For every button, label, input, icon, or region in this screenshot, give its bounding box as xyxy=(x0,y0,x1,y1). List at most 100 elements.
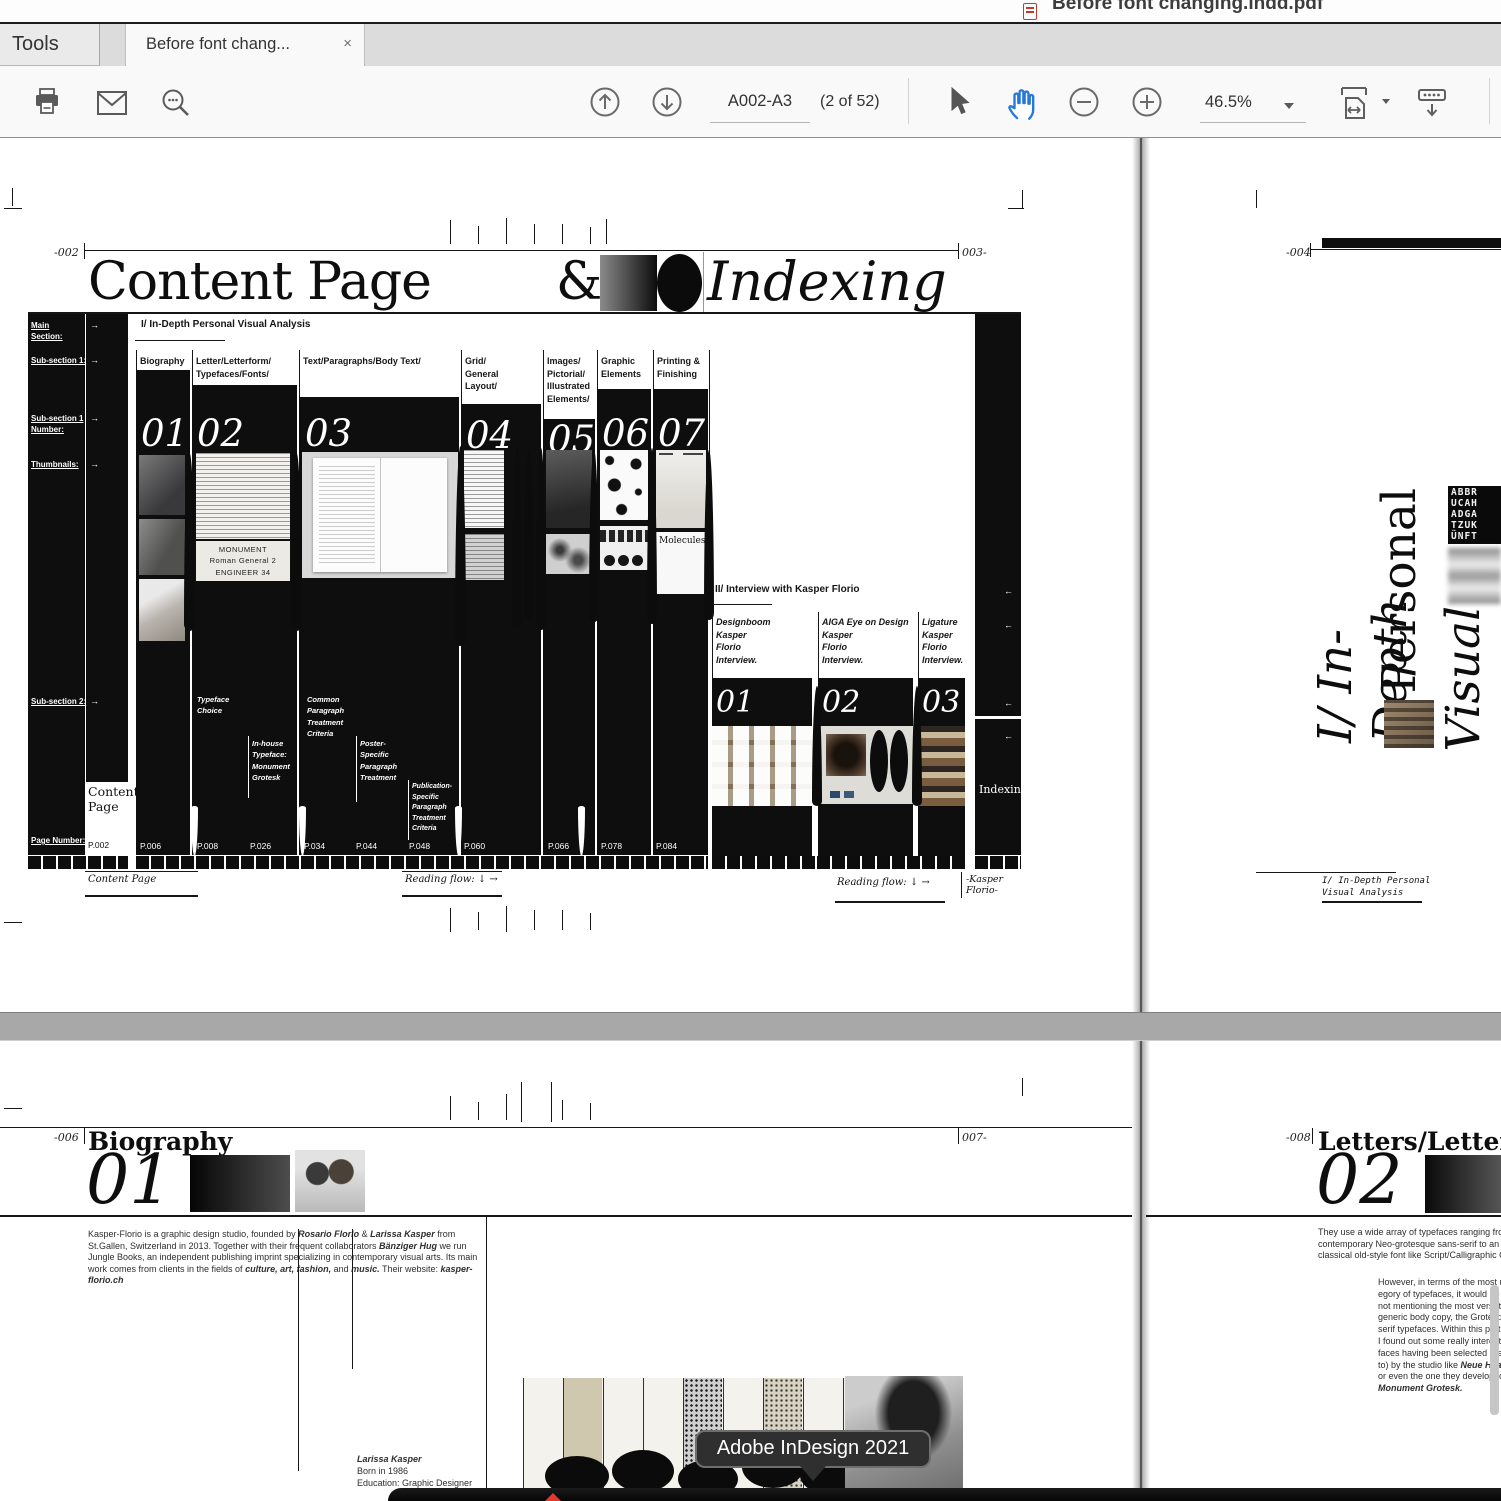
col-header-biography: Biography xyxy=(140,355,185,368)
interview-number-02: 02 xyxy=(822,688,860,718)
page-ref: P.060 xyxy=(464,841,485,851)
col-header-grid: Grid/ General Layout/ xyxy=(465,355,499,393)
row-label-subsection2: Sub-section 2: xyxy=(31,696,86,707)
zoom-dropdown-caret-icon[interactable] xyxy=(1284,103,1294,109)
footer-content-page: Content Page xyxy=(88,874,156,885)
page-ref: P.026 xyxy=(250,841,271,851)
dock-tooltip: Adobe InDesign 2021 xyxy=(695,1430,931,1468)
thumbnail-photo-crowd xyxy=(546,450,592,528)
select-tool-icon[interactable] xyxy=(946,86,974,118)
collapse-toolbar-icon[interactable] xyxy=(1414,85,1450,121)
tab-document[interactable]: Before font chang... × xyxy=(125,24,365,66)
interview-header-designboom: Designboom Kasper Florio Interview. xyxy=(716,616,771,666)
row-label-main-section: Main Section: xyxy=(31,320,63,342)
sidebar-label-column xyxy=(28,314,85,855)
type-specimen-block: ABBR UCAH ADGA TZUK ÜNFT xyxy=(1448,486,1501,544)
big-number-01: 01 xyxy=(86,1149,173,1214)
document-title: Before font changing.indd.pdf xyxy=(1052,0,1323,15)
index-arrow-icon: ← xyxy=(1004,620,1013,630)
thumbnail-photo-blur xyxy=(546,534,592,574)
sub2-poster-paragraph: Poster- Specific Paragraph Treatment xyxy=(360,738,397,783)
title-bar: Before font changing.indd.pdf xyxy=(0,0,1501,22)
vertical-scrollbar-thumb[interactable] xyxy=(1490,1285,1499,1415)
folio-006: -006 xyxy=(54,1131,79,1144)
pdf-page-biography: -006 Biography 01 007- Kasper-Florio is … xyxy=(0,1041,1132,1501)
tab-close-icon[interactable]: × xyxy=(343,35,352,52)
page-count-label: (2 of 52) xyxy=(820,93,880,111)
toolbar-separator-right xyxy=(1489,78,1490,124)
content-page-cell: Content Page xyxy=(88,784,139,814)
spread-gap xyxy=(0,1012,1501,1041)
document-canvas[interactable]: -002 Content Page & Indexing 003- Main S… xyxy=(0,138,1501,1501)
dock-tooltip-label: Adobe InDesign 2021 xyxy=(717,1437,909,1459)
spread-title-right: Indexing xyxy=(707,250,947,313)
col-header-text: Text/Paragraphs/Body Text/ xyxy=(303,355,421,368)
pdf-file-icon xyxy=(1023,3,1037,20)
page-up-icon[interactable] xyxy=(588,85,622,119)
thumbnail-molecules: Molecules xyxy=(656,532,706,594)
email-icon[interactable] xyxy=(95,89,129,117)
interview-number-03: 03 xyxy=(922,688,960,718)
sub2-typeface-choice: Typeface Choice xyxy=(197,694,229,717)
blurred-specimen xyxy=(1448,548,1501,604)
thumbnail-monument-card: MONUMENT Roman General 2 ENGINEER 34 xyxy=(196,541,290,581)
indexing-column xyxy=(975,314,1021,855)
zoom-in-icon[interactable] xyxy=(1130,85,1164,119)
folio-004: -004 xyxy=(1286,246,1311,259)
search-icon[interactable] xyxy=(159,86,193,120)
index-arrow-icon: ← xyxy=(1004,698,1013,708)
thumbnail-specimen xyxy=(196,453,290,539)
sub2-common-paragraph: Common Paragraph Treatment Criteria xyxy=(307,694,344,739)
fit-dropdown-caret-icon[interactable] xyxy=(1382,99,1390,104)
tab-tools[interactable]: Tools xyxy=(0,24,100,66)
thumbnail-books xyxy=(918,726,965,806)
print-icon[interactable] xyxy=(30,86,64,120)
zoom-level-value[interactable]: 46.5% xyxy=(1205,93,1252,112)
col-number-07: 07 xyxy=(658,415,705,452)
gradient-block xyxy=(190,1155,290,1212)
thumbnail-postcards xyxy=(712,726,812,806)
letterform-paragraph-1: They use a wide array of typefaces rangi… xyxy=(1318,1227,1501,1262)
pdf-page-content-indexing: -002 Content Page & Indexing 003- Main S… xyxy=(0,138,1132,1012)
page-down-icon[interactable] xyxy=(650,85,684,119)
thumbnail-doc xyxy=(464,450,504,528)
pdf-page-letterform: -008 Letters/Letterform 02 They use a wi… xyxy=(1146,1041,1501,1501)
row-label-thumbnails: Thumbnails: xyxy=(31,459,79,470)
page-number-P002: P.002 xyxy=(88,840,109,850)
pdf-page-004: -004 I/ In-Depth Personal ABBR UCAH ADGA… xyxy=(1146,138,1501,1012)
footer-credit: -Kasper Florio- xyxy=(966,874,1003,896)
page-ref: P.078 xyxy=(601,841,622,851)
row-arrow-icon: → xyxy=(90,696,99,706)
sub2-inhouse-typeface: In-house Typeface: Monument Grotesk xyxy=(252,738,290,783)
footer-section-name: I/ In-Depth Personal Visual Analysis xyxy=(1322,875,1430,899)
thumbnail-poster xyxy=(656,450,706,528)
col-number-06: 06 xyxy=(602,415,649,452)
zoom-out-icon[interactable] xyxy=(1067,85,1101,119)
page-number-input[interactable]: A002-A3 xyxy=(710,92,810,111)
biography-paragraph: Kasper-Florio is a graphic design studio… xyxy=(88,1229,488,1287)
fit-width-icon[interactable] xyxy=(1336,84,1376,122)
page-ref: P.044 xyxy=(356,841,377,851)
section1-title: I/ In-Depth Personal Visual Analysis xyxy=(141,318,311,332)
row-label-subsection1-number: Sub-section 1 Number: xyxy=(31,413,83,435)
index-arrow-icon: ← xyxy=(1004,731,1013,741)
tab-tools-label: Tools xyxy=(12,33,59,56)
rotated-title-visual: Visual xyxy=(1436,606,1501,748)
footer-reading-flow: Reading flow: ↓ → xyxy=(405,874,498,885)
larissa-info: Larissa Kasper Born in 1986 Education: G… xyxy=(357,1453,472,1489)
thumbnail-book-backdrop xyxy=(302,452,458,578)
folio-007: 007- xyxy=(962,1131,987,1144)
hand-tool-icon[interactable] xyxy=(1002,84,1040,122)
thumbnail-photo xyxy=(139,579,185,641)
folio-002: -002 xyxy=(54,246,79,259)
thumbnail-ink-dots xyxy=(600,450,648,520)
spread-title-ampersand: & xyxy=(556,252,602,312)
thumbnail-photo xyxy=(139,519,185,575)
col-header-letterform: Letter/Letterform/ Typefaces/Fonts/ xyxy=(196,355,271,380)
zoom-underline xyxy=(1200,122,1306,123)
row-arrow-icon: → xyxy=(90,459,99,469)
col-number-02: 02 xyxy=(197,415,244,452)
index-arrow-icon: ← xyxy=(1004,586,1013,596)
thumbnail-vinyl xyxy=(818,726,913,804)
footer-reading-flow-2: Reading flow: ↓ → xyxy=(837,877,930,888)
